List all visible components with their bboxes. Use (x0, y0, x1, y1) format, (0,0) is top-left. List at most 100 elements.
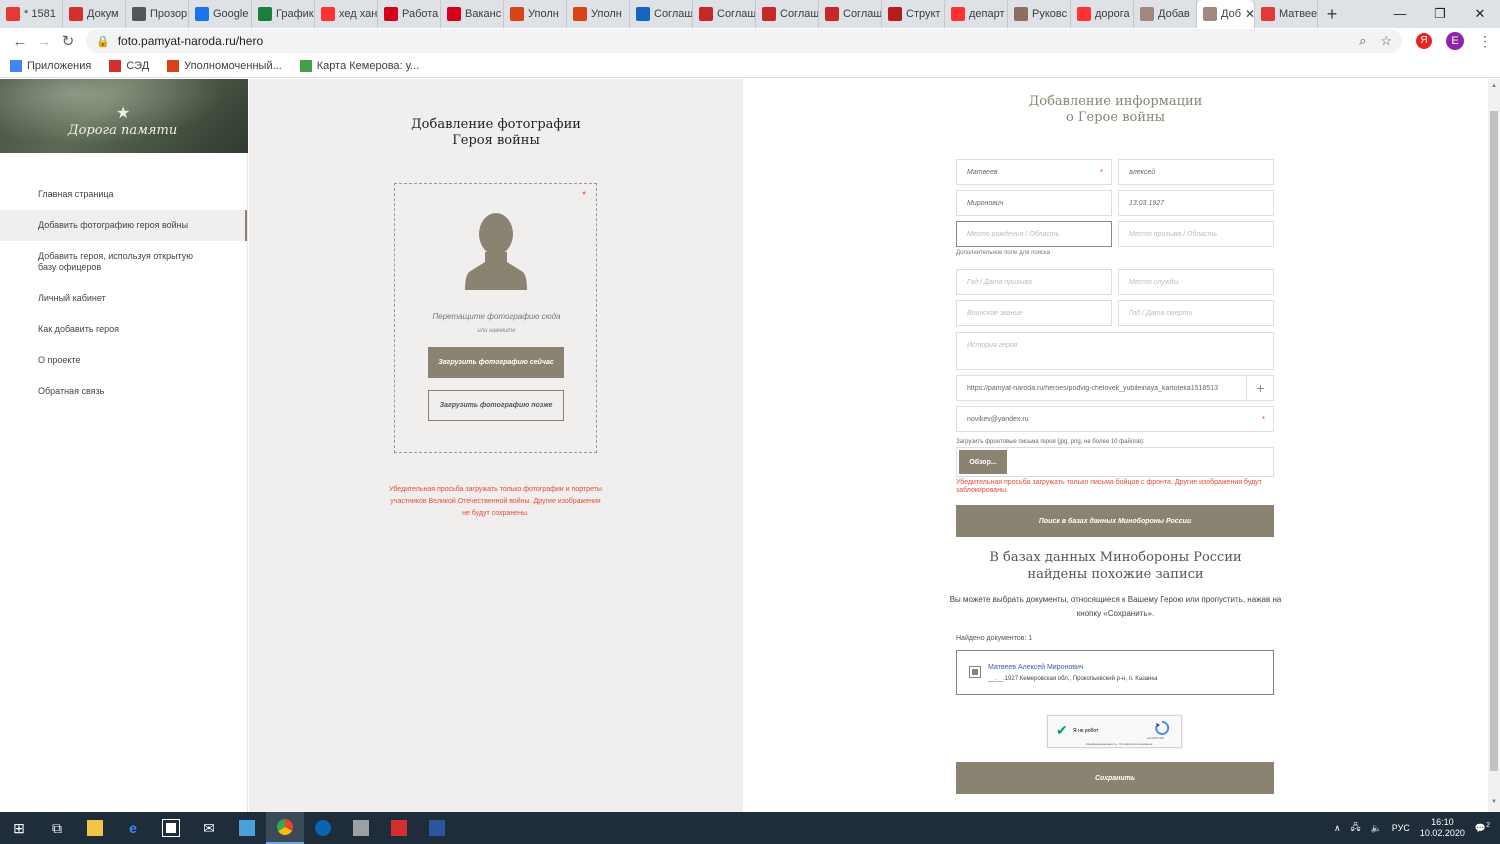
result-checkbox[interactable] (969, 666, 981, 678)
acrobat-icon[interactable] (380, 812, 418, 844)
bookmark-item[interactable]: Приложения (10, 59, 91, 72)
death-date-field[interactable]: Год / Дата смерти (1118, 300, 1274, 326)
zoom-icon[interactable]: ⌕ (1359, 33, 1366, 49)
browser-tab[interactable]: Прозор (126, 0, 189, 28)
browser-tab[interactable]: департ (945, 0, 1008, 28)
profile-avatar[interactable]: E (1446, 32, 1464, 50)
mail-icon[interactable]: ✉ (190, 812, 228, 844)
sidebar-menu-item[interactable]: Главная страница (0, 179, 247, 210)
browser-tab[interactable]: Соглаш (756, 0, 819, 28)
service-place-field[interactable]: Место службы (1118, 269, 1274, 295)
address-bar[interactable]: 🔒 foto.pamyat-naroda.ru/hero ⌕ ☆ (86, 29, 1402, 53)
store-icon[interactable] (152, 812, 190, 844)
keyboard-language[interactable]: РУС (1392, 823, 1410, 833)
photo-dropzone[interactable]: * Перетащите фотографию сюда или нажмите… (394, 183, 597, 453)
sidebar-menu-item[interactable]: Личный кабинет (0, 283, 247, 314)
sidebar-menu-item[interactable]: О проекте (0, 345, 247, 376)
menu-kebab-icon[interactable]: ⋮ (1478, 33, 1492, 50)
sidebar-menu-item[interactable]: Добавить фотографию героя войны (0, 210, 247, 241)
add-link-button[interactable]: + (1246, 375, 1274, 401)
surname-field[interactable]: Матвеев * (956, 159, 1112, 185)
scroll-thumb[interactable] (1490, 111, 1498, 771)
browser-tab[interactable]: Докум (63, 0, 126, 28)
browser-tab[interactable]: Доб ✕ (1197, 0, 1255, 28)
yandex-extension-icon[interactable]: Я (1416, 33, 1432, 49)
browser-tab[interactable]: хед хан (315, 0, 378, 28)
task-view-icon[interactable]: ⧉ (38, 812, 76, 844)
browser-tab[interactable]: Уполн (504, 0, 567, 28)
lock-icon[interactable]: 🔒 (96, 35, 110, 48)
browser-tab[interactable]: Соглаш (693, 0, 756, 28)
page-scrollbar[interactable]: ▲ ▼ (1488, 79, 1500, 812)
bookmark-item[interactable]: Карта Кемерова: у... (299, 59, 419, 72)
history-field[interactable]: История героя (956, 332, 1274, 370)
save-button[interactable]: Сохранить (956, 762, 1274, 794)
back-icon[interactable]: ← (8, 33, 32, 50)
minimize-button[interactable]: — (1380, 6, 1420, 22)
checkmark-icon[interactable]: ✔ (1056, 722, 1068, 739)
clock[interactable]: 16:10 10.02.2020 (1420, 817, 1465, 839)
browser-tab[interactable]: Соглаш (630, 0, 693, 28)
browser-tab[interactable]: Структ (882, 0, 945, 28)
browser-tab[interactable]: Уполн (567, 0, 630, 28)
letters-upload-field[interactable]: Обзор... (956, 447, 1274, 477)
captcha-privacy[interactable]: Конфиденциальность - Условия использован… (1086, 742, 1152, 746)
sidebar-menu-item[interactable]: Как добавить героя (0, 314, 247, 345)
browser-tab[interactable]: * 1581 (0, 0, 63, 28)
browse-button[interactable]: Обзор... (959, 450, 1007, 474)
new-tab-button[interactable]: + (1318, 4, 1346, 25)
close-window-button[interactable]: ✕ (1460, 6, 1500, 22)
browser-tab[interactable]: Работа (378, 0, 441, 28)
scroll-down-icon[interactable]: ▼ (1491, 799, 1497, 805)
result-item[interactable]: Матвеев Алексей Миронович __.__.1927 Кем… (956, 650, 1274, 695)
notifications-icon[interactable]: 💬2 (1475, 822, 1490, 834)
reload-icon[interactable]: ↻ (56, 32, 80, 50)
browser-tab[interactable]: График (252, 0, 315, 28)
link-field[interactable]: https://pamyat-naroda.ru/heroes/podvig-c… (956, 375, 1274, 401)
browser-tab[interactable]: Добав (1134, 0, 1197, 28)
upload-now-button[interactable]: Загрузить фотографию сейчас (428, 347, 564, 378)
recaptcha-widget[interactable]: ✔ Я не робот reCAPTCHA Конфиденциальност… (1047, 715, 1182, 748)
file-explorer-icon[interactable] (76, 812, 114, 844)
picture-app-icon[interactable] (342, 812, 380, 844)
search-database-button[interactable]: Поиск в базах данных Минобороны России (956, 505, 1274, 537)
draft-place-field[interactable]: Место призыва / Область (1118, 221, 1274, 247)
url-text[interactable]: foto.pamyat-naroda.ru/hero (118, 34, 263, 48)
patronymic-field[interactable]: Миронович (956, 190, 1112, 216)
windows-start-icon[interactable]: ⊞ (0, 812, 38, 844)
browser-tab[interactable]: Соглаш (819, 0, 882, 28)
scroll-up-icon[interactable]: ▲ (1491, 83, 1497, 89)
result-name[interactable]: Матвеев Алексей Миронович (988, 664, 1084, 671)
birth-date-field[interactable]: 13.03.1927 (1118, 190, 1274, 216)
chrome-icon[interactable] (266, 812, 304, 844)
draft-year-field[interactable]: Год / Дата призыва (956, 269, 1112, 295)
tray-expand-icon[interactable]: ∧ (1334, 823, 1341, 834)
birth-place-field[interactable]: Место рождения / Область (956, 221, 1112, 247)
sidebar-menu-item[interactable]: Добавить героя, используя открытую базу … (0, 241, 247, 283)
edge-icon[interactable]: e (114, 812, 152, 844)
volume-icon[interactable]: 🔈 (1371, 823, 1382, 834)
email-field[interactable]: novikev@yandex.ru * (956, 406, 1274, 432)
site-logo[interactable]: ★ Дорога памяти (0, 79, 248, 153)
bookmark-item[interactable]: Уполномоченный... (167, 59, 282, 72)
browser-tab[interactable]: Google (189, 0, 252, 28)
favicon-icon (1077, 7, 1091, 21)
browser-tab[interactable]: Руковс (1008, 0, 1071, 28)
sidebar-menu-item[interactable]: Обратная связь (0, 376, 247, 407)
network-icon[interactable]: 🖧 (1351, 820, 1361, 836)
outlook-icon[interactable] (304, 812, 342, 844)
browser-tab[interactable]: дорога (1071, 0, 1134, 28)
maximize-button[interactable]: ❐ (1420, 6, 1460, 22)
forward-icon[interactable]: → (32, 33, 56, 50)
bookmark-item[interactable]: СЭД (109, 59, 149, 72)
word-icon[interactable] (418, 812, 456, 844)
browser-tab[interactable]: Ваканс (441, 0, 504, 28)
browser-tab[interactable]: Матвее (1255, 0, 1318, 28)
name-field[interactable]: алексей (1118, 159, 1274, 185)
rank-field[interactable]: Воинское звание (956, 300, 1112, 326)
close-tab-icon[interactable]: ✕ (1245, 7, 1254, 21)
tab-label: Руковс (1032, 8, 1068, 20)
upload-later-button[interactable]: Загрузить фотографию позже (428, 390, 564, 421)
app-icon[interactable] (228, 812, 266, 844)
bookmark-star-icon[interactable]: ☆ (1380, 33, 1392, 49)
